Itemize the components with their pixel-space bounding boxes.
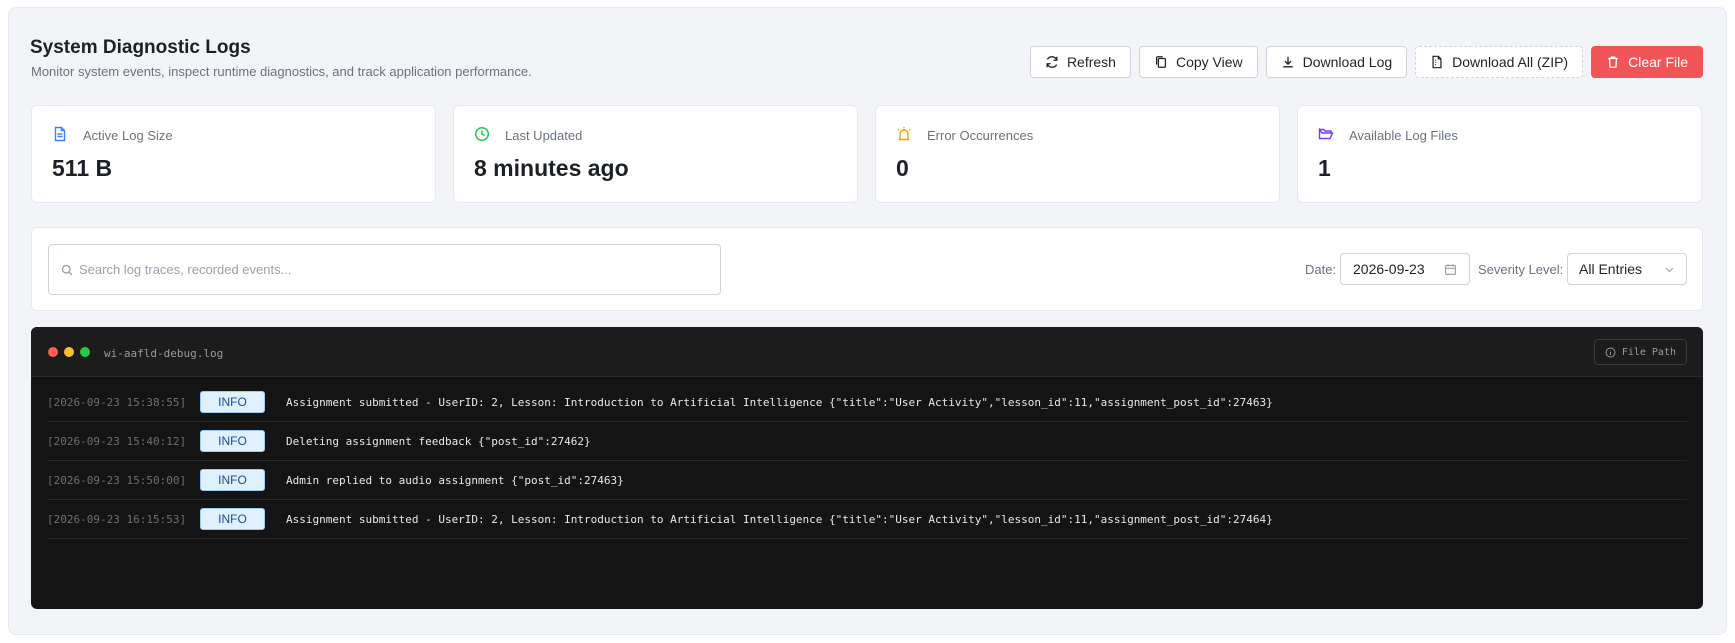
log-message: Admin replied to audio assignment {"post… xyxy=(286,473,624,487)
file-text-icon xyxy=(54,126,66,142)
date-label: Date: xyxy=(1305,262,1337,277)
file-path-button[interactable]: File Path xyxy=(1593,339,1687,365)
log-level-badge: INFO xyxy=(200,508,265,530)
stat-card-log-size: Active Log Size 511 B xyxy=(31,105,436,203)
refresh-label: Refresh xyxy=(1066,54,1116,70)
alarm-icon xyxy=(897,127,911,141)
log-terminal: wi-aafld-debug.log File Path [2026-09-23… xyxy=(31,327,1703,609)
copy-icon xyxy=(1155,56,1166,68)
refresh-icon xyxy=(1046,56,1058,68)
download-log-label: Download Log xyxy=(1302,54,1393,70)
calendar-icon xyxy=(1445,263,1456,275)
download-all-button[interactable]: Download All (ZIP) xyxy=(1415,46,1584,78)
log-row: [2026-09-23 15:38:55] INFO Assignment su… xyxy=(47,383,1687,422)
search-box[interactable] xyxy=(48,244,721,295)
clear-file-label: Clear File xyxy=(1628,54,1688,70)
log-row: [2026-09-23 15:50:00] INFO Admin replied… xyxy=(47,461,1687,500)
log-message: Deleting assignment feedback {"post_id":… xyxy=(286,434,591,448)
terminal-header: wi-aafld-debug.log File Path xyxy=(31,327,1703,377)
log-message: Assignment submitted - UserID: 2, Lesson… xyxy=(286,512,1273,526)
stat-card-log-files: Available Log Files 1 xyxy=(1297,105,1702,203)
log-row: [2026-09-23 15:40:12] INFO Deleting assi… xyxy=(47,422,1687,461)
page-title: System Diagnostic Logs xyxy=(30,37,251,58)
search-icon xyxy=(61,264,73,275)
log-level-badge: INFO xyxy=(200,391,265,413)
severity-label: Severity Level: xyxy=(1478,262,1564,277)
stat-value: 511 B xyxy=(52,155,113,181)
stat-label: Active Log Size xyxy=(83,128,173,143)
search-input[interactable] xyxy=(79,262,679,277)
log-timestamp: [2026-09-23 16:15:53] xyxy=(47,512,187,526)
severity-select[interactable]: All Entries xyxy=(1567,253,1687,285)
log-file-name: wi-aafld-debug.log xyxy=(104,347,224,360)
filter-bar: Date: 2026-09-23 Severity Level: All Ent… xyxy=(31,227,1703,311)
log-level-badge: INFO xyxy=(200,430,265,452)
log-row: [2026-09-23 16:15:53] INFO Assignment su… xyxy=(47,500,1687,539)
stat-card-errors: Error Occurrences 0 xyxy=(875,105,1280,203)
log-level-badge: INFO xyxy=(200,469,265,491)
clear-file-button[interactable]: Clear File xyxy=(1591,46,1703,78)
window-dot-red xyxy=(48,347,58,357)
stat-label: Error Occurrences xyxy=(927,128,1034,143)
stat-label: Last Updated xyxy=(505,128,583,143)
chevron-down-icon xyxy=(1665,267,1674,272)
window-dot-green xyxy=(80,347,90,357)
toolbar: Refresh Copy View Download Log Download … xyxy=(1029,46,1703,78)
stat-label: Available Log Files xyxy=(1349,128,1458,143)
download-all-label: Download All (ZIP) xyxy=(1452,54,1569,70)
log-message: Assignment submitted - UserID: 2, Lesson… xyxy=(286,395,1273,409)
date-value: 2026-09-23 xyxy=(1353,261,1425,277)
folder-open-icon xyxy=(1318,127,1334,140)
severity-value: All Entries xyxy=(1579,261,1643,277)
file-zip-icon xyxy=(1432,55,1442,69)
refresh-button[interactable]: Refresh xyxy=(1029,46,1131,78)
window-dot-yellow xyxy=(64,347,74,357)
file-path-label: File Path xyxy=(1621,346,1676,358)
download-icon xyxy=(1282,56,1293,68)
log-timestamp: [2026-09-23 15:40:12] xyxy=(47,434,187,448)
info-icon xyxy=(1605,347,1616,357)
clock-icon xyxy=(474,126,490,142)
stat-value: 0 xyxy=(896,155,909,181)
trash-icon xyxy=(1608,56,1618,68)
stat-value: 1 xyxy=(1318,155,1331,181)
stat-value: 8 minutes ago xyxy=(474,155,629,181)
stat-card-last-updated: Last Updated 8 minutes ago xyxy=(453,105,858,203)
page-subtitle: Monitor system events, inspect runtime d… xyxy=(31,64,532,79)
log-timestamp: [2026-09-23 15:50:00] xyxy=(47,473,187,487)
copy-view-label: Copy View xyxy=(1175,54,1243,70)
download-log-button[interactable]: Download Log xyxy=(1265,46,1408,78)
log-timestamp: [2026-09-23 15:38:55] xyxy=(47,395,187,409)
copy-view-button[interactable]: Copy View xyxy=(1138,46,1258,78)
date-picker[interactable]: 2026-09-23 xyxy=(1340,253,1470,285)
